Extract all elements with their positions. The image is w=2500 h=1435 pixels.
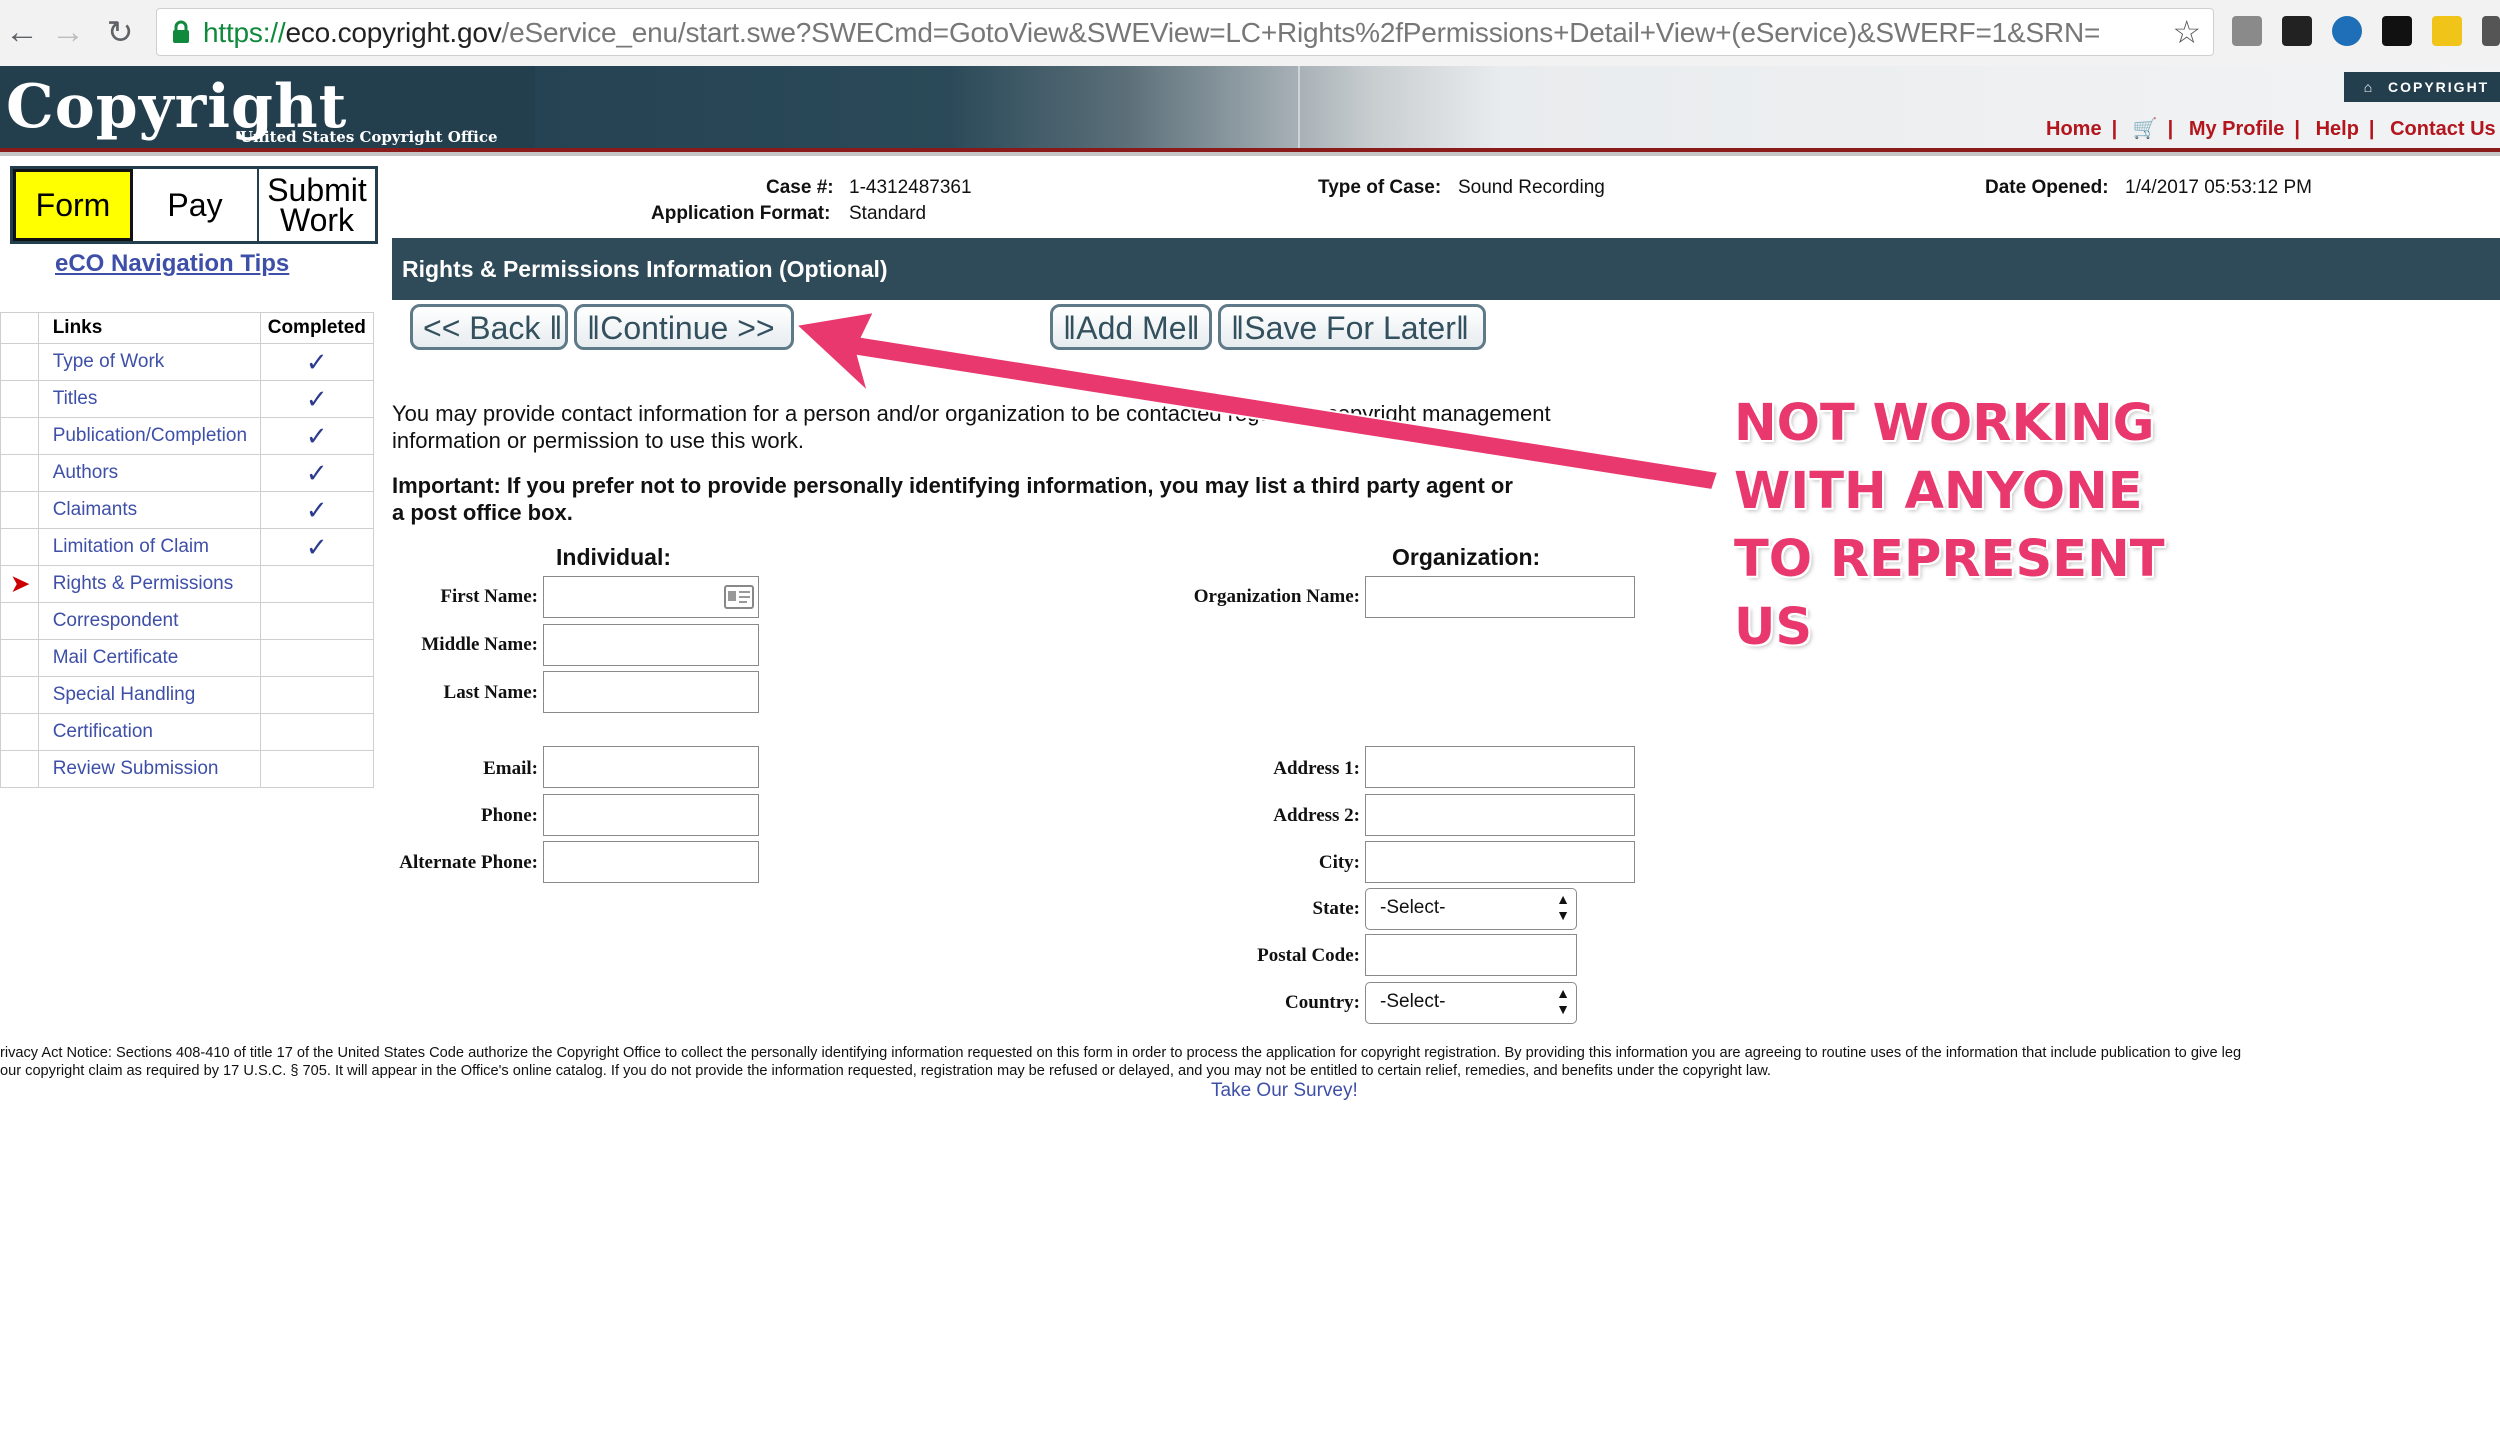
annotation-note: NOT WORKING WITH ANYONE TO REPRESENT US <box>1734 390 2165 662</box>
annotation-line-4: US <box>1734 598 1813 657</box>
annotation-arrow-shape <box>793 310 1720 492</box>
annotation-line-1: NOT WORKING <box>1734 394 2155 453</box>
annotation-line-3: TO REPRESENT <box>1734 530 2165 589</box>
annotation-arrow <box>793 310 1720 492</box>
annotation-line-2: WITH ANYONE <box>1734 462 2143 521</box>
